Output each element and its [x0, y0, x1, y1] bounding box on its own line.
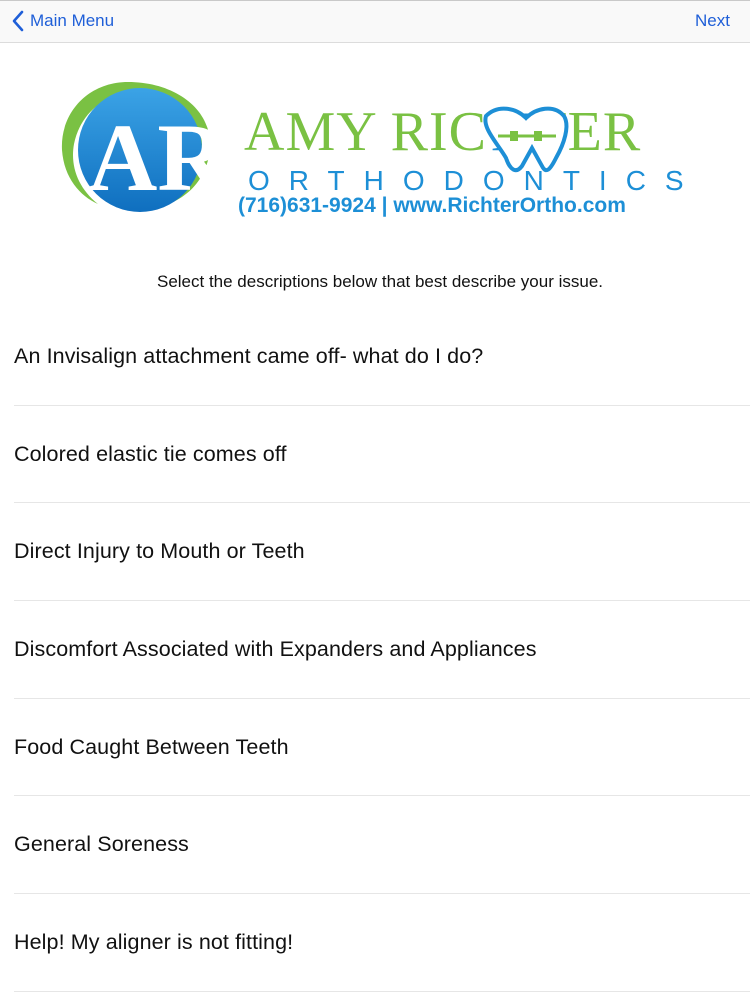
issue-item-general-soreness[interactable]: General Soreness [14, 796, 750, 895]
top-divider [0, 0, 750, 1]
issue-item-aligner-not-fitting[interactable]: Help! My aligner is not fitting! [14, 894, 750, 992]
issue-label: Help! My aligner is not fitting! [14, 929, 294, 954]
issue-item-elastic-tie[interactable]: Colored elastic tie comes off [14, 406, 750, 504]
issue-item-expanders-discomfort[interactable]: Discomfort Associated with Expanders and… [14, 601, 750, 699]
issue-item-food-caught[interactable]: Food Caught Between Teeth [14, 699, 750, 797]
next-button[interactable]: Next [695, 11, 730, 31]
back-button-label: Main Menu [30, 11, 115, 30]
logo-contact: (716)631-9924 | www.RichterOrtho.com [238, 194, 626, 217]
issue-label: Food Caught Between Teeth [14, 734, 289, 759]
issue-label: Colored elastic tie comes off [14, 441, 287, 466]
instruction-text: Select the descriptions below that best … [156, 272, 604, 291]
main-menu-back-button[interactable]: Main Menu [10, 9, 114, 33]
svg-text:AMY RICHTER: AMY RICHTER [244, 101, 641, 163]
logo-monogram: AR [88, 104, 228, 211]
logo-name-part1: AMY RIC [244, 101, 487, 163]
issue-item-direct-injury[interactable]: Direct Injury to Mouth or Teeth [14, 503, 750, 602]
practice-logo: AR AMY RICHTER ORTHODONTICS (716)631-992… [58, 78, 698, 218]
issue-label: Discomfort Associated with Expanders and… [14, 636, 537, 661]
navigation-bar: Main Menu Next [0, 0, 750, 43]
logo-subtitle: ORTHODONTICS [248, 165, 698, 196]
issue-label: Direct Injury to Mouth or Teeth [14, 539, 305, 564]
chevron-left-icon [10, 9, 30, 33]
issue-label: An Invisalign attachment came off- what … [14, 343, 484, 368]
issue-list: An Invisalign attachment came off- what … [0, 308, 750, 992]
logo-graphic: AR AMY RICHTER ORTHODONTICS (716)631-992… [61, 82, 698, 217]
issue-item-invisalign-attachment[interactable]: An Invisalign attachment came off- what … [14, 308, 750, 406]
issue-label: General Soreness [14, 832, 189, 857]
